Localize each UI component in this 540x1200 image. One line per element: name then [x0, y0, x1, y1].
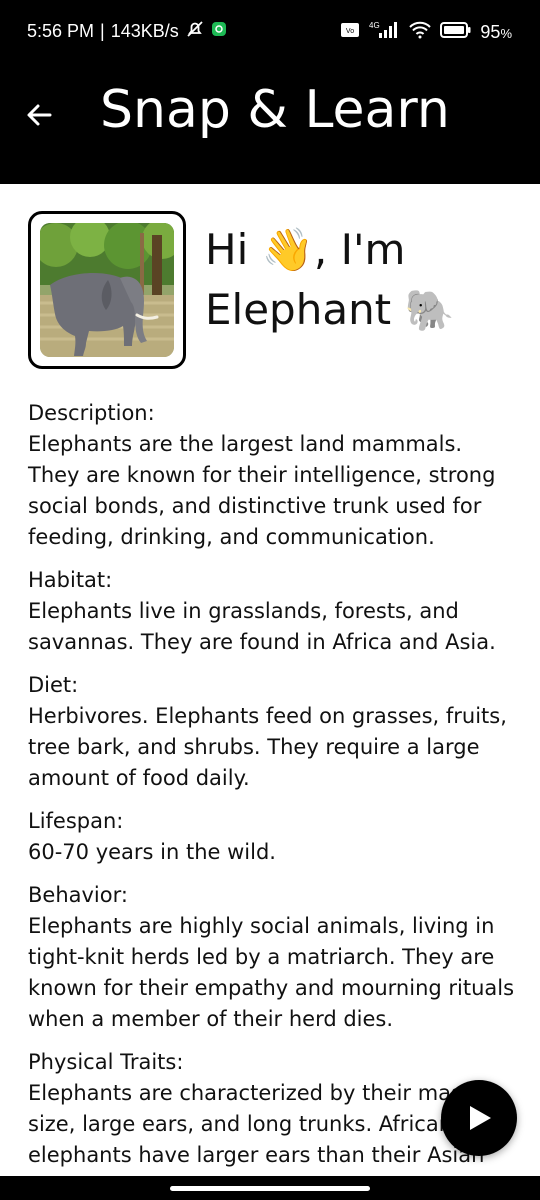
animal-photo-frame [28, 211, 186, 369]
section-label: Lifespan: [28, 809, 124, 833]
section-text: Elephants are the largest land mammals. … [28, 432, 496, 549]
app-notification-icon [211, 21, 227, 42]
section-label: Description: [28, 401, 155, 425]
svg-text:Vo: Vo [346, 28, 354, 35]
habitat-section: Habitat: Elephants live in grasslands, f… [28, 565, 518, 658]
play-icon [470, 1106, 491, 1130]
back-button[interactable] [22, 98, 56, 132]
animal-info-sections: Description: Elephants are the largest l… [28, 398, 518, 1183]
back-arrow-icon [27, 104, 52, 126]
gesture-handle[interactable] [170, 1186, 370, 1191]
behavior-section: Behavior: Elephants are highly social an… [28, 880, 518, 1035]
section-text: Elephants live in grasslands, forests, a… [28, 599, 496, 654]
greeting: Hi 👋, I'm Elephant 🐘 [205, 220, 525, 341]
status-speed: 143KB/s [110, 21, 179, 41]
elephant-emoji: 🐘 [404, 288, 455, 334]
battery-icon [440, 22, 472, 43]
system-navigation-bar [0, 1176, 540, 1200]
animal-name: Elephant [205, 285, 392, 334]
animal-photo [40, 223, 174, 357]
app-bar: Snap & Learn [0, 62, 540, 184]
section-label: Habitat: [28, 568, 113, 592]
wifi-icon [408, 21, 432, 44]
status-right: Vo 4G 95% [340, 20, 512, 45]
volte-icon: Vo [340, 21, 360, 44]
status-separator: | [100, 21, 105, 41]
diet-section: Diet: Herbivores. Elephants feed on gras… [28, 670, 518, 794]
status-time: 5:56 PM [27, 21, 95, 41]
greeting-line: Hi 👋, I'm [205, 225, 406, 274]
animal-name-line: Elephant 🐘 [205, 280, 525, 341]
status-left: 5:56 PM | 143KB/s [27, 20, 227, 43]
description-section: Description: Elephants are the largest l… [28, 398, 518, 553]
play-audio-button[interactable] [441, 1080, 517, 1156]
section-text: 60-70 years in the wild. [28, 840, 276, 864]
section-label: Behavior: [28, 883, 128, 907]
battery-percent: 95% [480, 22, 512, 42]
content-area: Hi 👋, I'm Elephant 🐘 Description: Elepha… [0, 184, 540, 1184]
section-label: Physical Traits: [28, 1050, 184, 1074]
status-bar: 5:56 PM | 143KB/s Vo 4G 95% [0, 0, 540, 62]
section-label: Diet: [28, 673, 79, 697]
section-text: Elephants are highly social animals, liv… [28, 914, 515, 1031]
section-text: Herbivores. Elephants feed on grasses, f… [28, 704, 507, 790]
network-type: 4G [369, 21, 380, 30]
notification-muted-icon [185, 20, 205, 43]
signal-icon: 4G [368, 20, 400, 45]
lifespan-section: Lifespan: 60-70 years in the wild. [28, 806, 518, 868]
page-title: Snap & Learn [100, 80, 450, 140]
